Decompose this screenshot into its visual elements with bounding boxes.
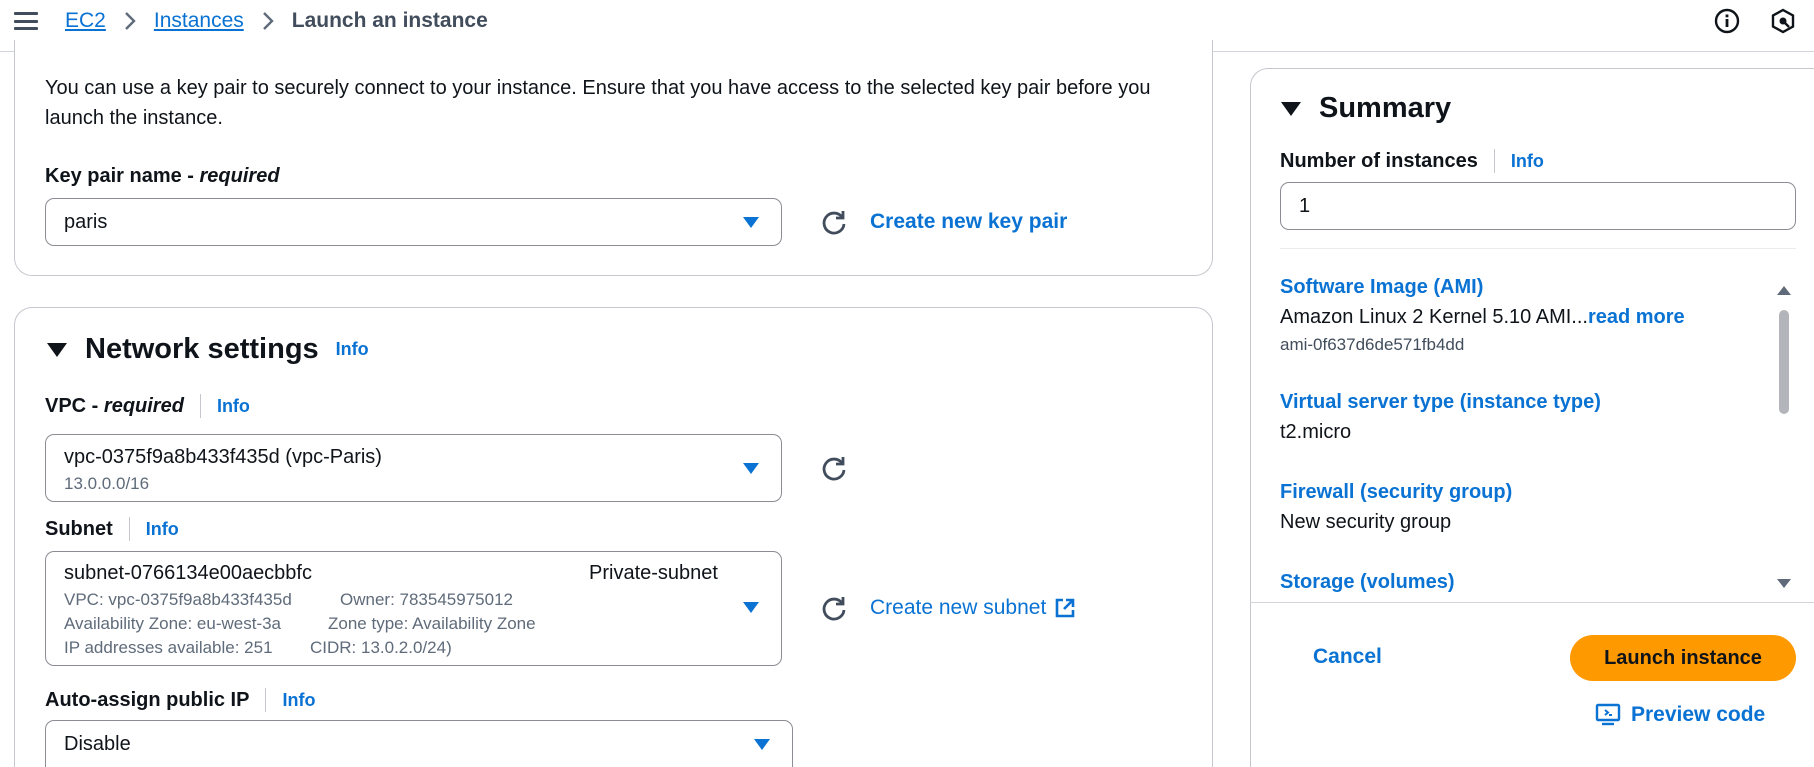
key-pair-label-text: Key pair name - bbox=[45, 165, 194, 187]
read-more-link[interactable]: read more bbox=[1588, 306, 1685, 328]
cancel-button[interactable]: Cancel bbox=[1313, 645, 1382, 669]
subnet-select[interactable]: subnet-0766134e00aecbbfc Private-subnet … bbox=[45, 551, 782, 666]
chevron-right-icon bbox=[262, 11, 274, 31]
refresh-icon[interactable] bbox=[820, 454, 848, 482]
divider bbox=[1280, 248, 1796, 249]
create-key-pair-link[interactable]: Create new key pair bbox=[870, 210, 1067, 234]
num-instances-input[interactable]: 1 bbox=[1280, 182, 1796, 230]
refresh-icon[interactable] bbox=[820, 208, 848, 236]
vpc-select[interactable]: vpc-0375f9a8b433f435d (vpc-Paris) 13.0.0… bbox=[45, 434, 782, 502]
create-subnet-link[interactable]: Create new subnet bbox=[870, 596, 1076, 620]
info-circle-icon[interactable] bbox=[1714, 8, 1740, 34]
preview-code-icon bbox=[1595, 703, 1621, 727]
public-ip-label-text: Auto-assign public IP bbox=[45, 688, 250, 711]
subnet-zone-type: Zone type: Availability Zone bbox=[328, 614, 536, 633]
subnet-info-link[interactable]: Info bbox=[146, 519, 179, 540]
divider bbox=[128, 517, 130, 541]
vpc-label-text: VPC - bbox=[45, 394, 99, 417]
summary-scrollbar[interactable] bbox=[1777, 282, 1791, 592]
summary-header[interactable]: Summary bbox=[1281, 92, 1451, 125]
subnet-name: Private-subnet bbox=[589, 562, 718, 584]
chevron-right-icon bbox=[124, 11, 136, 31]
summary-title: Summary bbox=[1319, 92, 1452, 124]
instance-type-link[interactable]: Virtual server type (instance type) bbox=[1280, 391, 1601, 414]
breadcrumb-ec2[interactable]: EC2 bbox=[65, 9, 106, 33]
subnet-vpc: VPC: vpc-0375f9a8b433f435d bbox=[64, 590, 292, 609]
subnet-ips: IP addresses available: 251 bbox=[64, 638, 273, 657]
public-ip-value: Disable bbox=[64, 733, 131, 755]
instance-type-value: t2.micro bbox=[1280, 421, 1352, 443]
summary-footer-divider bbox=[1250, 602, 1814, 603]
firewall-value: New security group bbox=[1280, 511, 1452, 533]
breadcrumb-current: Launch an instance bbox=[291, 9, 488, 32]
subnet-value: subnet-0766134e00aecbbfc bbox=[64, 562, 312, 584]
public-ip-label: Auto-assign public IP Info bbox=[45, 688, 315, 712]
divider bbox=[1493, 149, 1495, 173]
key-pair-value: paris bbox=[64, 211, 108, 233]
vpc-info-link[interactable]: Info bbox=[217, 396, 250, 417]
num-instances-info-link[interactable]: Info bbox=[1511, 151, 1544, 172]
subnet-label-text: Subnet bbox=[45, 517, 113, 540]
external-link-icon bbox=[1054, 597, 1076, 619]
vpc-cidr: 13.0.0.0/16 bbox=[64, 474, 150, 493]
menu-icon[interactable] bbox=[14, 10, 38, 32]
notification-icon[interactable] bbox=[1770, 8, 1796, 34]
key-pair-description: You can use a key pair to securely conne… bbox=[45, 77, 1151, 129]
network-info-link[interactable]: Info bbox=[336, 339, 369, 360]
divider bbox=[265, 688, 267, 712]
breadcrumb: EC2 Instances Launch an instance bbox=[65, 8, 488, 34]
breadcrumb-instances[interactable]: Instances bbox=[154, 9, 244, 33]
storage-link[interactable]: Storage (volumes) bbox=[1280, 571, 1454, 594]
ami-value: Amazon Linux 2 Kernel 5.10 AMI...read mo… bbox=[1280, 306, 1685, 329]
divider bbox=[199, 394, 201, 418]
firewall-link[interactable]: Firewall (security group) bbox=[1280, 481, 1512, 504]
caret-down-icon bbox=[47, 342, 67, 357]
ami-value-text: Amazon Linux 2 Kernel 5.10 AMI... bbox=[1280, 306, 1588, 328]
scroll-up-icon[interactable] bbox=[1777, 286, 1791, 295]
scroll-down-icon[interactable] bbox=[1777, 579, 1791, 588]
num-instances-label-text: Number of instances bbox=[1280, 149, 1478, 172]
scrollbar-thumb[interactable] bbox=[1779, 310, 1789, 414]
vpc-value: vpc-0375f9a8b433f435d (vpc-Paris) bbox=[64, 446, 382, 468]
create-subnet-label: Create new subnet bbox=[870, 596, 1047, 619]
caret-down-icon bbox=[1281, 101, 1301, 116]
key-pair-label: Key pair name - required bbox=[45, 165, 280, 188]
required-text: required bbox=[199, 165, 280, 187]
ami-link[interactable]: Software Image (AMI) bbox=[1280, 276, 1483, 299]
preview-code-label: Preview code bbox=[1631, 703, 1766, 726]
caret-down-icon bbox=[743, 217, 759, 228]
num-instances-label: Number of instances Info bbox=[1280, 149, 1544, 173]
subnet-label: Subnet Info bbox=[45, 517, 179, 541]
subnet-cidr: CIDR: 13.0.2.0/24) bbox=[310, 638, 452, 657]
public-ip-info-link[interactable]: Info bbox=[282, 690, 315, 711]
subnet-owner: Owner: 783545975012 bbox=[340, 590, 513, 609]
required-text: required bbox=[103, 394, 184, 417]
caret-down-icon bbox=[743, 602, 759, 613]
preview-code-button[interactable]: Preview code bbox=[1595, 703, 1765, 727]
public-ip-select[interactable]: Disable bbox=[45, 720, 793, 767]
caret-down-icon bbox=[743, 463, 759, 474]
ami-id: ami-0f637d6de571fb4dd bbox=[1280, 335, 1465, 354]
subnet-az: Availability Zone: eu-west-3a bbox=[64, 614, 282, 633]
launch-instance-button[interactable]: Launch instance bbox=[1570, 635, 1796, 681]
network-settings-title: Network settings bbox=[85, 333, 319, 365]
refresh-icon[interactable] bbox=[820, 594, 848, 622]
network-settings-header[interactable]: Network settings Info bbox=[47, 333, 369, 366]
vpc-label: VPC - required Info bbox=[45, 394, 250, 418]
caret-down-icon bbox=[754, 739, 770, 750]
key-pair-select[interactable]: paris bbox=[45, 198, 782, 246]
